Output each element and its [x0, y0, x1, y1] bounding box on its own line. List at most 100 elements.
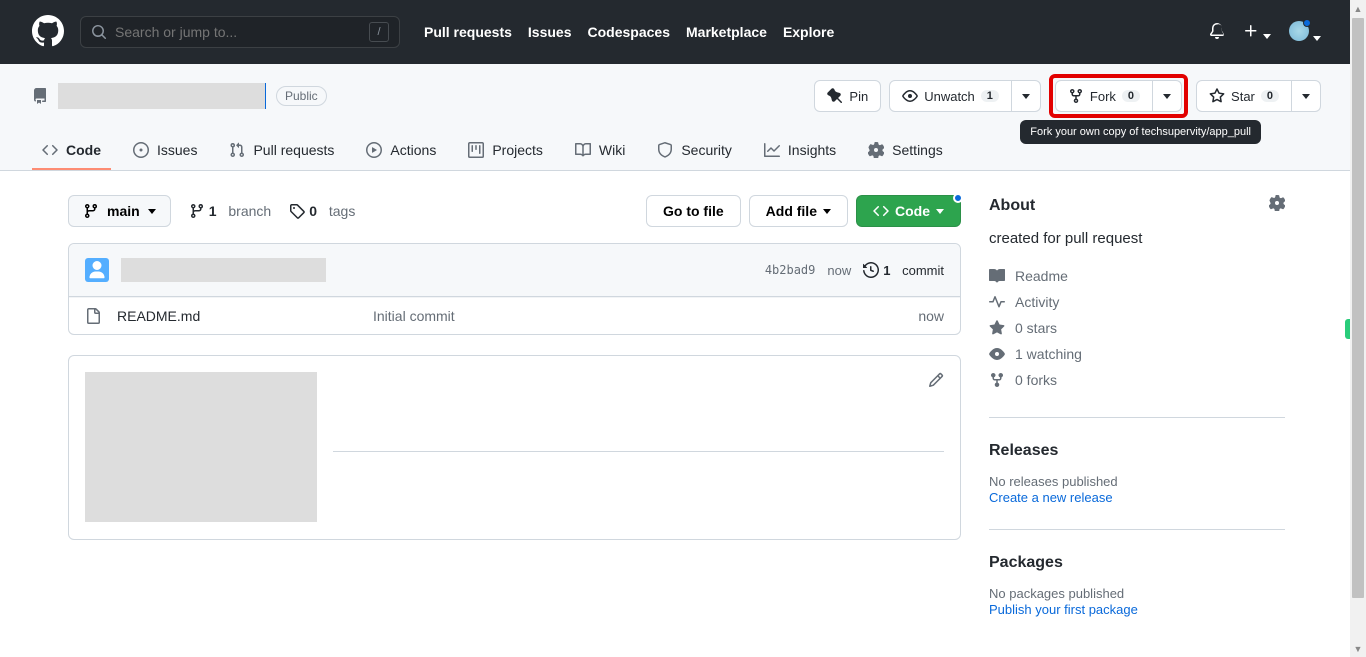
- star-icon: [989, 320, 1005, 336]
- fork-icon: [989, 372, 1005, 388]
- create-release-link[interactable]: Create a new release: [989, 490, 1113, 505]
- tab-pull-requests[interactable]: Pull requests: [219, 132, 344, 170]
- publish-package-link[interactable]: Publish your first package: [989, 602, 1138, 617]
- fork-dropdown[interactable]: [1153, 80, 1182, 112]
- gear-icon: [1269, 195, 1285, 211]
- github-logo[interactable]: [32, 15, 64, 50]
- commit-author-redacted: [121, 258, 326, 282]
- watch-button-group: Unwatch 1: [889, 80, 1041, 112]
- star-count: 0: [1261, 90, 1279, 102]
- file-list-box: 4b2bad9 now 1 commit README.md Initial c…: [68, 243, 961, 335]
- search-input[interactable]: [115, 24, 369, 40]
- eye-icon: [902, 88, 918, 104]
- star-button-group: Star 0: [1196, 80, 1321, 112]
- tab-security[interactable]: Security: [647, 132, 742, 170]
- tab-code[interactable]: Code: [32, 132, 111, 170]
- watch-button[interactable]: Unwatch 1: [889, 80, 1012, 112]
- fork-count: 0: [1122, 90, 1140, 102]
- forks-link[interactable]: 0 forks: [989, 367, 1285, 393]
- fork-button-group: Fork 0: [1055, 80, 1182, 112]
- author-avatar[interactable]: [85, 258, 109, 282]
- branches-link[interactable]: 1 branch: [189, 203, 272, 219]
- file-name-link[interactable]: README.md: [117, 308, 200, 324]
- global-header: / Pull requests Issues Codespaces Market…: [0, 0, 1353, 64]
- tab-insights[interactable]: Insights: [754, 132, 846, 170]
- releases-none: No releases published: [989, 474, 1285, 489]
- nav-pull-requests[interactable]: Pull requests: [424, 24, 512, 40]
- pulse-icon: [989, 294, 1005, 310]
- code-button[interactable]: Code: [856, 195, 961, 227]
- file-row[interactable]: README.md Initial commit now: [69, 297, 960, 334]
- readme-box: [68, 355, 961, 540]
- packages-none: No packages published: [989, 586, 1285, 601]
- user-menu[interactable]: [1289, 21, 1321, 44]
- readme-divider: [333, 451, 944, 452]
- fork-button[interactable]: Fork 0: [1055, 80, 1153, 112]
- branch-icon: [83, 203, 99, 219]
- repo-header: Public Pin Unwatch 1 Fork: [0, 64, 1353, 171]
- watching-link[interactable]: 1 watching: [989, 341, 1285, 367]
- star-button[interactable]: Star 0: [1196, 80, 1292, 112]
- scrollbar-thumb[interactable]: [1352, 18, 1364, 598]
- pin-icon: [827, 88, 843, 104]
- commit-hash[interactable]: 4b2bad9: [765, 263, 816, 277]
- watch-count: 1: [981, 90, 999, 102]
- tab-actions[interactable]: Actions: [356, 132, 446, 170]
- goto-file-button[interactable]: Go to file: [646, 195, 741, 227]
- nav-marketplace[interactable]: Marketplace: [686, 24, 767, 40]
- readme-link[interactable]: Readme: [989, 263, 1285, 289]
- about-description: created for pull request: [989, 230, 1285, 247]
- sidebar: About created for pull request Readme Ac…: [989, 195, 1285, 617]
- avatar: [1289, 21, 1309, 41]
- file-icon: [85, 308, 101, 324]
- add-file-button[interactable]: Add file: [749, 195, 848, 227]
- commits-link[interactable]: 1 commit: [863, 262, 944, 278]
- edge-indicator: [1345, 319, 1350, 339]
- nav-codespaces[interactable]: Codespaces: [588, 24, 670, 40]
- repo-icon: [32, 88, 48, 104]
- packages-title: Packages: [989, 554, 1285, 572]
- repo-name-redacted: [58, 83, 266, 109]
- nav-links: Pull requests Issues Codespaces Marketpl…: [424, 24, 834, 40]
- search-box[interactable]: /: [80, 16, 400, 48]
- about-settings-button[interactable]: [1269, 195, 1285, 216]
- notifications-icon[interactable]: [1209, 23, 1225, 42]
- visibility-badge: Public: [276, 86, 327, 106]
- code-icon: [873, 203, 889, 219]
- new-indicator-dot: [953, 193, 963, 203]
- star-dropdown[interactable]: [1292, 80, 1321, 112]
- fork-tooltip: Fork your own copy of techsupervity/app_…: [1020, 120, 1261, 144]
- activity-link[interactable]: Activity: [989, 289, 1285, 315]
- commit-time: now: [827, 263, 851, 278]
- readme-content-redacted: [85, 372, 317, 522]
- nav-explore[interactable]: Explore: [783, 24, 834, 40]
- edit-readme-button[interactable]: [928, 372, 944, 391]
- pencil-icon: [928, 372, 944, 388]
- search-icon: [91, 24, 107, 40]
- search-slash-hint: /: [369, 22, 389, 42]
- branch-select[interactable]: main: [68, 195, 171, 227]
- eye-icon: [989, 346, 1005, 362]
- about-title: About: [989, 197, 1035, 215]
- tab-settings[interactable]: Settings: [858, 132, 953, 170]
- pin-button[interactable]: Pin: [814, 80, 881, 112]
- tab-wiki[interactable]: Wiki: [565, 132, 635, 170]
- stars-link[interactable]: 0 stars: [989, 315, 1285, 341]
- scrollbar[interactable]: ▲ ▼: [1350, 0, 1366, 657]
- create-new-menu[interactable]: [1243, 23, 1271, 42]
- file-date: now: [918, 308, 944, 324]
- book-icon: [989, 268, 1005, 284]
- watch-dropdown[interactable]: [1012, 80, 1041, 112]
- tag-icon: [289, 203, 305, 219]
- tab-issues[interactable]: Issues: [123, 132, 207, 170]
- tab-projects[interactable]: Projects: [458, 132, 553, 170]
- nav-issues[interactable]: Issues: [528, 24, 572, 40]
- file-commit-msg[interactable]: Initial commit: [373, 308, 902, 324]
- history-icon: [863, 262, 879, 278]
- fork-icon: [1068, 88, 1084, 104]
- fork-highlight-box: Fork 0: [1049, 74, 1188, 118]
- star-icon: [1209, 88, 1225, 104]
- tags-link[interactable]: 0 tags: [289, 203, 355, 219]
- releases-title: Releases: [989, 442, 1285, 460]
- branch-icon: [189, 203, 205, 219]
